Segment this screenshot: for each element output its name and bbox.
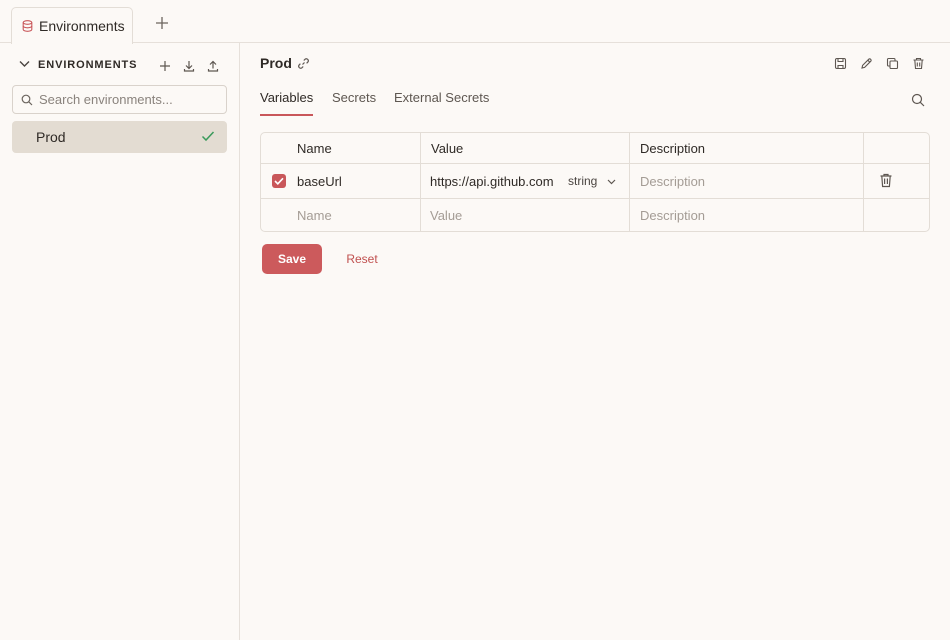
trash-icon[interactable] [879, 173, 893, 188]
tab-label: Environments [39, 18, 125, 34]
column-header-value: Value [431, 141, 464, 156]
environment-title: Prod [260, 55, 292, 71]
type-select[interactable]: string [568, 174, 597, 188]
new-value-input[interactable]: Value [430, 208, 462, 223]
plus-icon [159, 60, 171, 72]
sidebar-header: ENVIRONMENTS [0, 55, 240, 77]
trash-icon[interactable] [912, 57, 926, 71]
variable-description-input[interactable]: Description [640, 174, 705, 189]
search-input[interactable] [39, 92, 219, 107]
save-icon[interactable] [834, 57, 848, 71]
column-header-description: Description [640, 141, 706, 156]
import-environment-button[interactable] [181, 58, 197, 74]
table-header: Name Value Description [261, 133, 929, 164]
environment-name: Prod [36, 129, 66, 145]
enabled-checkbox[interactable] [272, 174, 286, 188]
table-row: baseUrl https://api.github.com string De… [261, 164, 929, 199]
sidebar-title: ENVIRONMENTS [38, 59, 138, 71]
variables-table: Name Value Description baseUrl https://a… [260, 132, 930, 232]
chevron-down-icon[interactable] [19, 60, 30, 68]
save-button[interactable]: Save [262, 244, 322, 274]
variable-name-input[interactable]: baseUrl [297, 174, 342, 189]
environment-item-prod[interactable]: Prod [12, 121, 227, 153]
copy-icon[interactable] [886, 57, 900, 71]
tab-bar: Environments [0, 0, 950, 44]
link-icon[interactable] [297, 57, 310, 70]
search-icon[interactable] [911, 93, 925, 107]
export-environment-button[interactable] [205, 58, 221, 74]
variable-value-input[interactable]: https://api.github.com [430, 174, 563, 189]
tab-variables[interactable]: Variables [260, 90, 314, 116]
check-icon [201, 130, 215, 142]
new-tab-button[interactable] [152, 13, 172, 33]
tab-environments[interactable]: Environments [11, 7, 133, 44]
add-environment-button[interactable] [157, 58, 173, 74]
edit-icon[interactable] [860, 57, 874, 71]
table-row-new: Name Value Description [261, 199, 929, 231]
database-icon [22, 20, 33, 32]
tab-secrets[interactable]: Secrets [332, 90, 376, 116]
plus-icon [155, 16, 169, 30]
new-name-input[interactable]: Name [297, 208, 332, 223]
search-icon [21, 94, 33, 106]
upload-icon [207, 60, 219, 72]
tab-external-secrets[interactable]: External Secrets [394, 90, 489, 116]
caret-down-icon[interactable] [607, 179, 616, 185]
download-icon [183, 60, 195, 72]
column-header-name: Name [297, 141, 332, 156]
sidebar: ENVIRONMENTS Search environments... Prod [0, 43, 240, 640]
reset-button[interactable]: Reset [335, 244, 389, 274]
new-description-input[interactable]: Description [640, 208, 705, 223]
search-field[interactable] [12, 85, 227, 114]
